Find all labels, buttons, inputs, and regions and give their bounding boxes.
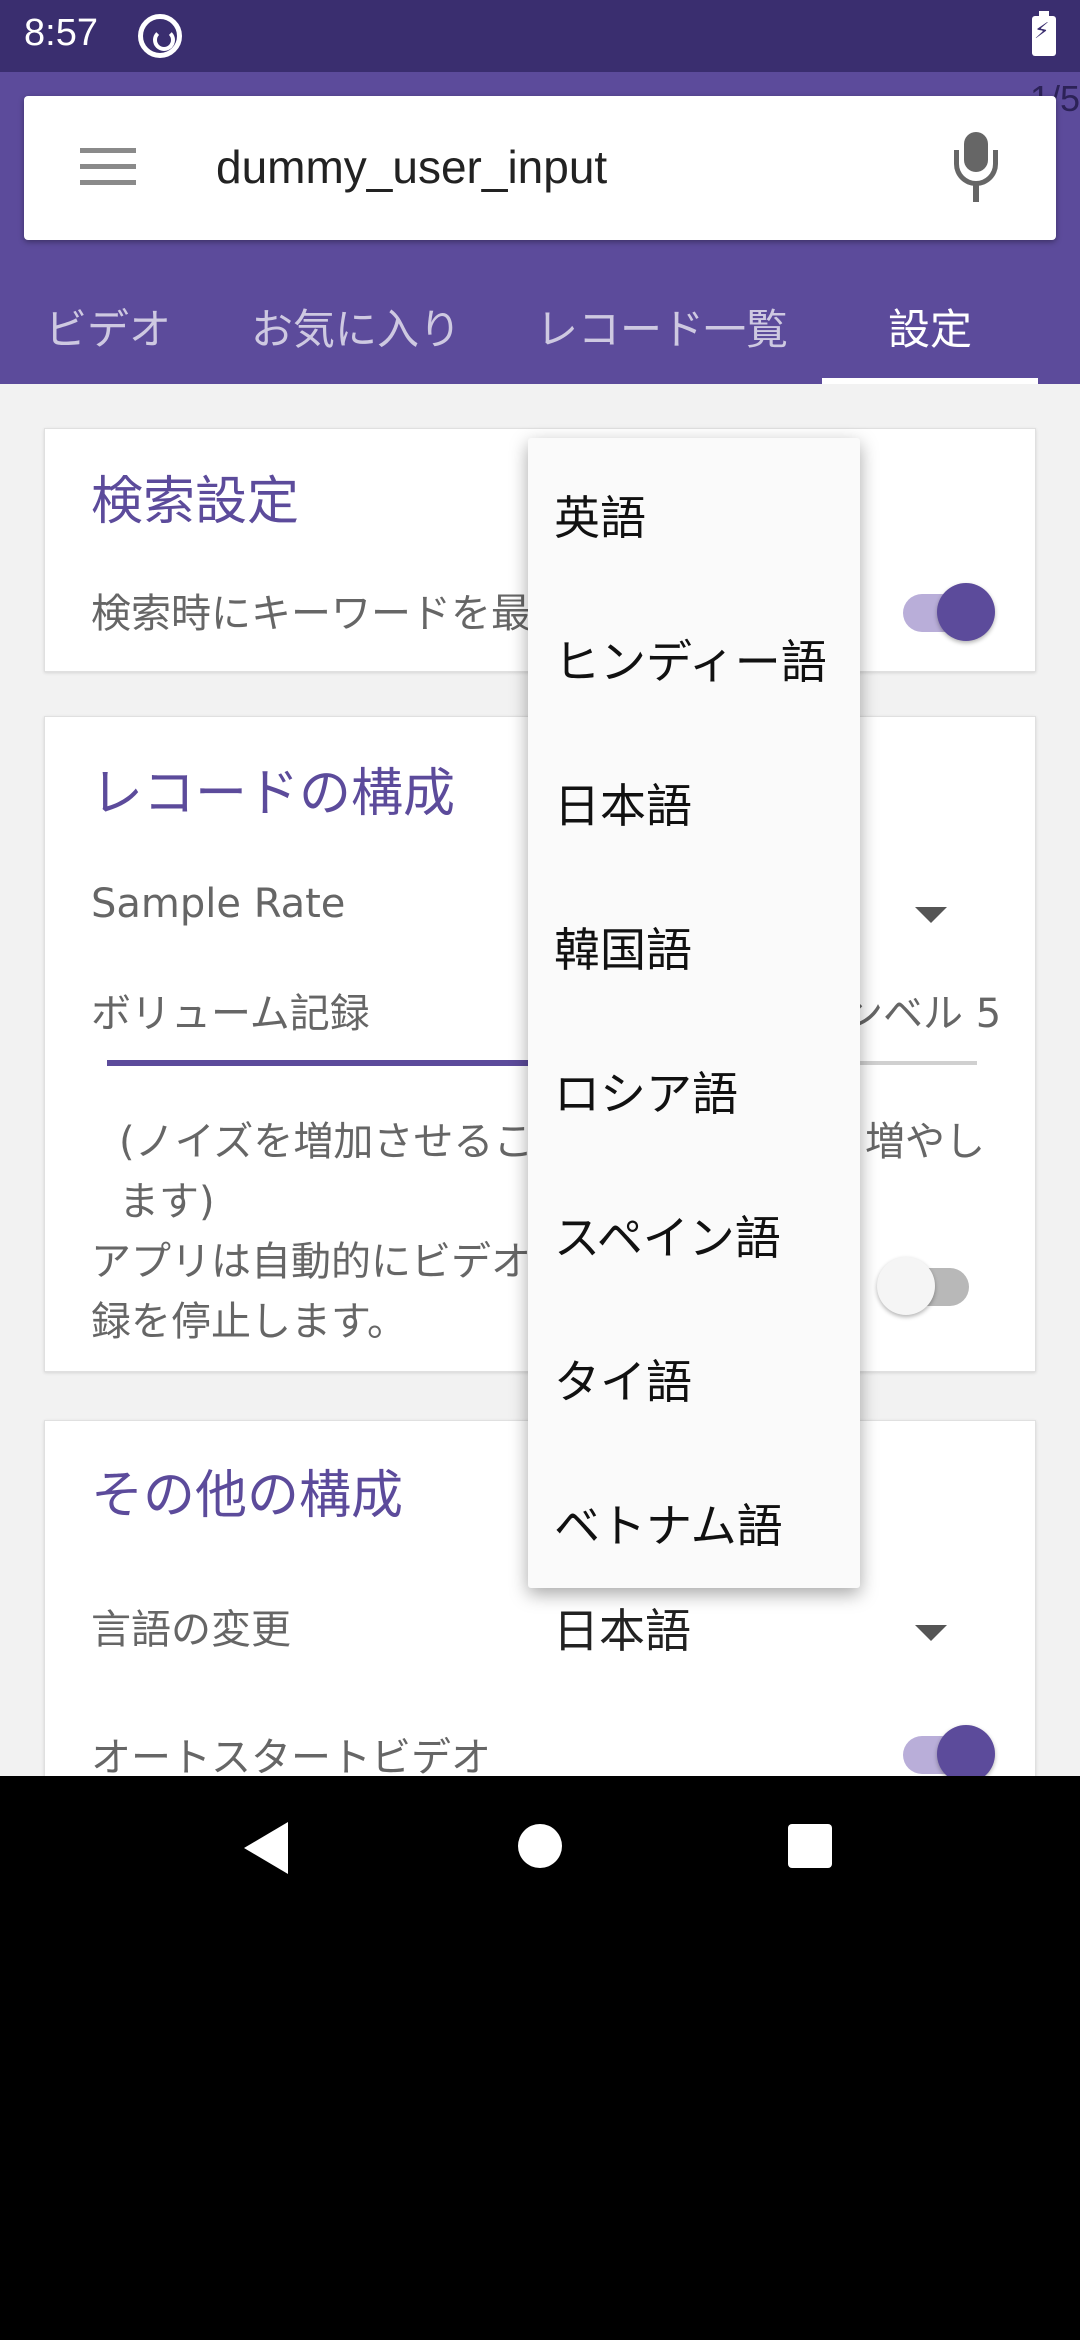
- sample-rate-dropdown-icon[interactable]: [915, 907, 947, 923]
- auto-stop-label-line2: 録を停止します。: [91, 1299, 407, 1345]
- recents-icon[interactable]: [788, 1824, 832, 1868]
- language-option[interactable]: スペイン語: [554, 1202, 854, 1268]
- language-option[interactable]: ベトナム語: [554, 1490, 854, 1556]
- other-settings-title: その他の構成: [91, 1466, 404, 1526]
- language-option[interactable]: タイ語: [554, 1346, 854, 1412]
- language-dropdown-icon[interactable]: [915, 1625, 947, 1641]
- hamburger-menu-icon[interactable]: [80, 146, 136, 188]
- navigation-bar: [0, 1776, 1080, 1920]
- autostart-label: オートスタートビデオ: [91, 1735, 491, 1776]
- app-bar: 1/5 dummy_user_input ビデオ お気に入り レコード一覧 設定: [0, 72, 1080, 384]
- tab-bar: ビデオ お気に入り レコード一覧 設定: [0, 268, 1080, 384]
- search-settings-title: 検索設定: [91, 472, 300, 532]
- tab-favorites[interactable]: お気に入り: [236, 268, 476, 384]
- language-option[interactable]: 日本語: [554, 770, 854, 836]
- battery-charging-icon: [1032, 11, 1056, 56]
- keyword-setting-label: 検索時にキーワードを最: [91, 591, 531, 637]
- tab-video[interactable]: ビデオ: [0, 268, 216, 384]
- microphone-icon[interactable]: [950, 132, 1002, 204]
- volume-hint-end: 増やし: [865, 1119, 985, 1165]
- auto-stop-label: アプリは自動的にビデオ: [91, 1239, 531, 1285]
- volume-label: ボリューム記録: [91, 991, 370, 1037]
- status-time: 8:57: [24, 12, 98, 54]
- language-dropdown-menu: 英語 ヒンディー語 日本語 韓国語 ロシア語 スペイン語 タイ語 ベトナム語: [528, 438, 860, 1588]
- auto-stop-toggle[interactable]: [877, 1253, 973, 1315]
- tab-settings[interactable]: 設定: [822, 268, 1038, 384]
- autostart-toggle[interactable]: [899, 1721, 995, 1776]
- volume-value: ンベル 5: [843, 991, 1002, 1037]
- volume-hint: (ノイズを増加させるこ: [119, 1119, 534, 1165]
- language-option[interactable]: ロシア語: [554, 1058, 854, 1124]
- record-settings-title: レコードの構成: [91, 764, 456, 824]
- language-option[interactable]: 英語: [554, 482, 854, 548]
- volume-hint-line2: ます): [119, 1179, 215, 1225]
- status-bar: 8:57: [0, 0, 1080, 72]
- home-icon[interactable]: [518, 1824, 562, 1868]
- back-icon[interactable]: [244, 1822, 288, 1874]
- tab-record-list[interactable]: レコード一覧: [516, 268, 808, 384]
- volume-slider-fill: [107, 1060, 542, 1066]
- sync-icon: [138, 14, 182, 58]
- search-input[interactable]: dummy_user_input: [216, 140, 607, 194]
- search-bar[interactable]: dummy_user_input: [24, 96, 1056, 240]
- language-option[interactable]: 韓国語: [554, 914, 854, 980]
- language-option[interactable]: ヒンディー語: [554, 626, 854, 692]
- language-label: 言語の変更: [91, 1607, 291, 1653]
- keyword-toggle[interactable]: [899, 579, 995, 641]
- language-select-value[interactable]: 日本語: [553, 1595, 691, 1661]
- sample-rate-label: Sample Rate: [91, 881, 346, 927]
